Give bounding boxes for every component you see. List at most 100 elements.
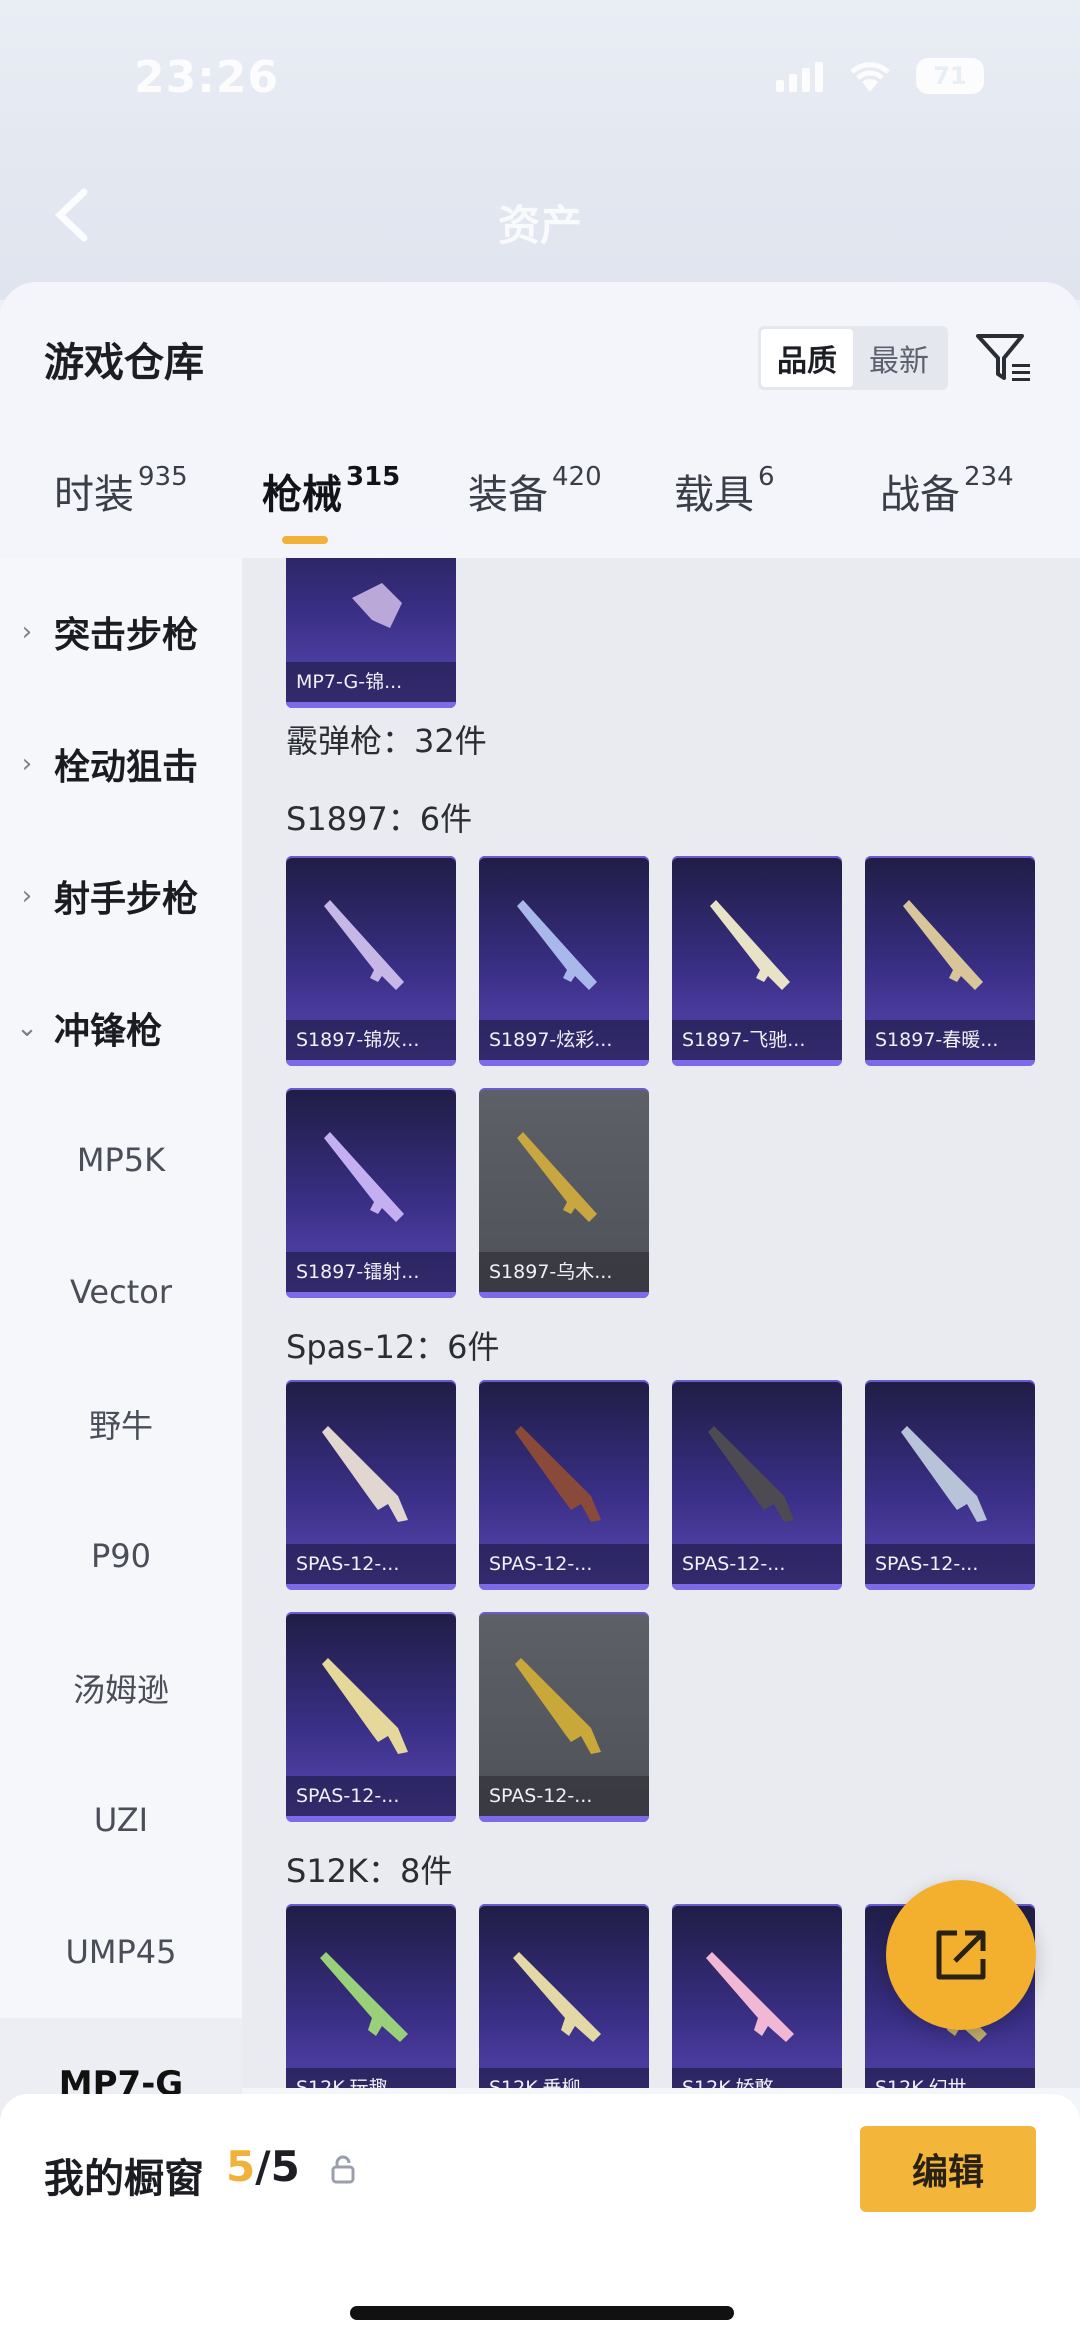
chevron-down-icon: ⌄ [16,1013,38,1043]
rarity-bar [672,1584,842,1590]
weapon-card[interactable]: SPAS-12-... [286,1380,456,1590]
weapon-card-label: S1897-锦灰... [286,1020,456,1060]
weapon-card-label: S12K-娇憨... [672,2068,842,2088]
home-indicator [350,2306,734,2320]
tab-count: 234 [964,462,1014,492]
weapon-card[interactable]: SPAS-12-... [479,1612,649,1822]
weapon-card-label: MP7-G-锦... [286,662,456,702]
weapon-card[interactable]: S1897-乌木... [479,1088,649,1298]
sidebar-item-bolt-sniper[interactable]: › 栓动狙击 [0,698,242,830]
group-summary: 霰弹枪：32件 [286,722,487,760]
weapon-sidebar: › 突击步枪 › 栓动狙击 › 射手步枪 ⌄ 冲锋枪 MP5K Vector 野牛 P9… [0,558,242,2298]
weapon-card-label: S12K-玩趣... [286,2068,456,2088]
weapon-card[interactable]: SPAS-12-... [479,1380,649,1590]
tab-label: 载具 [674,472,754,518]
sidebar-item-ump45[interactable]: UMP45 [0,1886,242,2018]
tab-count: 6 [758,462,775,492]
sort-toggle: 品质 最新 [758,326,948,390]
group-title: Spas-12：6件 [286,1328,500,1366]
rarity-bar [286,1816,456,1822]
tab-label: 战备 [880,472,960,518]
status-bar: 23:26 71 [0,48,1080,108]
edit-button[interactable]: 编辑 [860,2126,1036,2212]
showcase-total: /5 [255,2142,300,2191]
lock-icon [331,2155,355,2184]
weapon-card[interactable]: MP7-G-锦... [286,558,456,708]
weapon-card[interactable]: S1897-炫彩... [479,856,649,1066]
category-tabs: 时装 935 枪械 315 装备 420 载具 6 战备 234 [0,462,1080,558]
weapon-card-label: S1897-镭射... [286,1252,456,1292]
rarity-bar [479,1060,649,1066]
shotgun-icon [322,1658,408,1754]
showcase-count: 5/5 [226,2142,300,2191]
sort-quality[interactable]: 品质 [761,329,853,387]
weapon-card-label: S1897-飞驰... [672,1020,842,1060]
weapon-skin-icon [352,583,402,628]
weapon-card[interactable]: S12K-娇憨... [672,1904,842,2088]
tab-fashion[interactable]: 时装 935 [54,462,188,558]
chevron-right-icon: › [21,749,33,779]
sidebar-item-bizon[interactable]: 野牛 [0,1358,242,1490]
sidebar-item-mp5k[interactable]: MP5K [0,1094,242,1226]
rifle-icon [706,1952,794,2042]
weapon-card[interactable]: SPAS-12-... [865,1380,1035,1590]
warehouse-sheet: 游戏仓库 品质 最新 时装 935 枪械 315 装备 420 载具 6 战备 234 ›… [0,282,1080,2341]
rifle-icon [320,1952,408,2042]
tab-label: 装备 [468,472,548,518]
tab-vehicles[interactable]: 载具 6 [674,462,775,558]
tab-guns[interactable]: 枪械 315 [262,462,400,558]
sidebar-item-label: 冲锋枪 [54,1011,163,1052]
filter-icon[interactable] [972,326,1036,390]
nav-bar: 资产 [0,180,1080,260]
weapon-card[interactable]: S1897-锦灰... [286,856,456,1066]
rarity-bar [286,1060,456,1066]
weapon-card-label: SPAS-12-... [479,1776,649,1816]
group-title: S12K：8件 [286,1852,453,1890]
weapon-card[interactable]: S1897-镭射... [286,1088,456,1298]
shotgun-icon [903,900,983,990]
share-button[interactable] [886,1880,1036,2030]
external-link-icon [936,1930,986,1980]
sidebar-item-assault-rifle[interactable]: › 突击步枪 [0,566,242,698]
weapon-card-label: SPAS-12-... [479,1544,649,1584]
weapon-card[interactable]: SPAS-12-... [286,1612,456,1822]
rifle-icon [513,1952,601,2042]
rarity-bar [865,1060,1035,1066]
rarity-bar [286,1584,456,1590]
rarity-bar [672,1060,842,1066]
sidebar-item-thompson[interactable]: 汤姆逊 [0,1622,242,1754]
shotgun-icon [515,1426,601,1522]
sidebar-item-marksman-rifle[interactable]: › 射手步枪 [0,830,242,962]
rarity-bar [865,1584,1035,1590]
rarity-bar [479,1584,649,1590]
tab-equipment[interactable]: 装备 420 [468,462,602,558]
rarity-bar [479,1292,649,1298]
sort-newest[interactable]: 最新 [853,329,945,387]
chevron-right-icon: › [21,881,33,911]
tab-supplies[interactable]: 战备 234 [880,462,1014,558]
weapon-card[interactable]: S1897-飞驰... [672,856,842,1066]
sidebar-item-vector[interactable]: Vector [0,1226,242,1358]
sidebar-item-smg[interactable]: ⌄ 冲锋枪 [0,962,242,1094]
weapon-card[interactable]: S12K-玩趣... [286,1904,456,2088]
weapon-card-label: SPAS-12-... [286,1544,456,1584]
shotgun-icon [517,900,597,990]
sidebar-item-p90[interactable]: P90 [0,1490,242,1622]
weapon-card-label: SPAS-12-... [286,1776,456,1816]
weapon-card-label: S1897-乌木... [479,1252,649,1292]
sidebar-item-uzi[interactable]: UZI [0,1754,242,1886]
group-title: S1897：6件 [286,800,473,838]
status-time: 23:26 [134,52,280,103]
weapon-card-label: S1897-春暖... [865,1020,1035,1060]
shotgun-icon [708,1426,794,1522]
weapon-grid: MP7-G-锦... 霰弹枪：32件 S1897：6件 S1897-锦灰... … [242,558,1080,2088]
weapon-card-label: SPAS-12-... [865,1544,1035,1584]
weapon-card[interactable]: SPAS-12-... [672,1380,842,1590]
shotgun-icon [324,1132,404,1222]
weapon-card[interactable]: S1897-春暖... [865,856,1035,1066]
weapon-card-label: S1897-炫彩... [479,1020,649,1060]
showcase-bar: 我的橱窗 5/5 编辑 [0,2094,1080,2341]
weapon-card[interactable]: S12K-垂柳... [479,1904,649,2088]
shotgun-icon [322,1426,408,1522]
tab-count: 315 [346,462,401,492]
